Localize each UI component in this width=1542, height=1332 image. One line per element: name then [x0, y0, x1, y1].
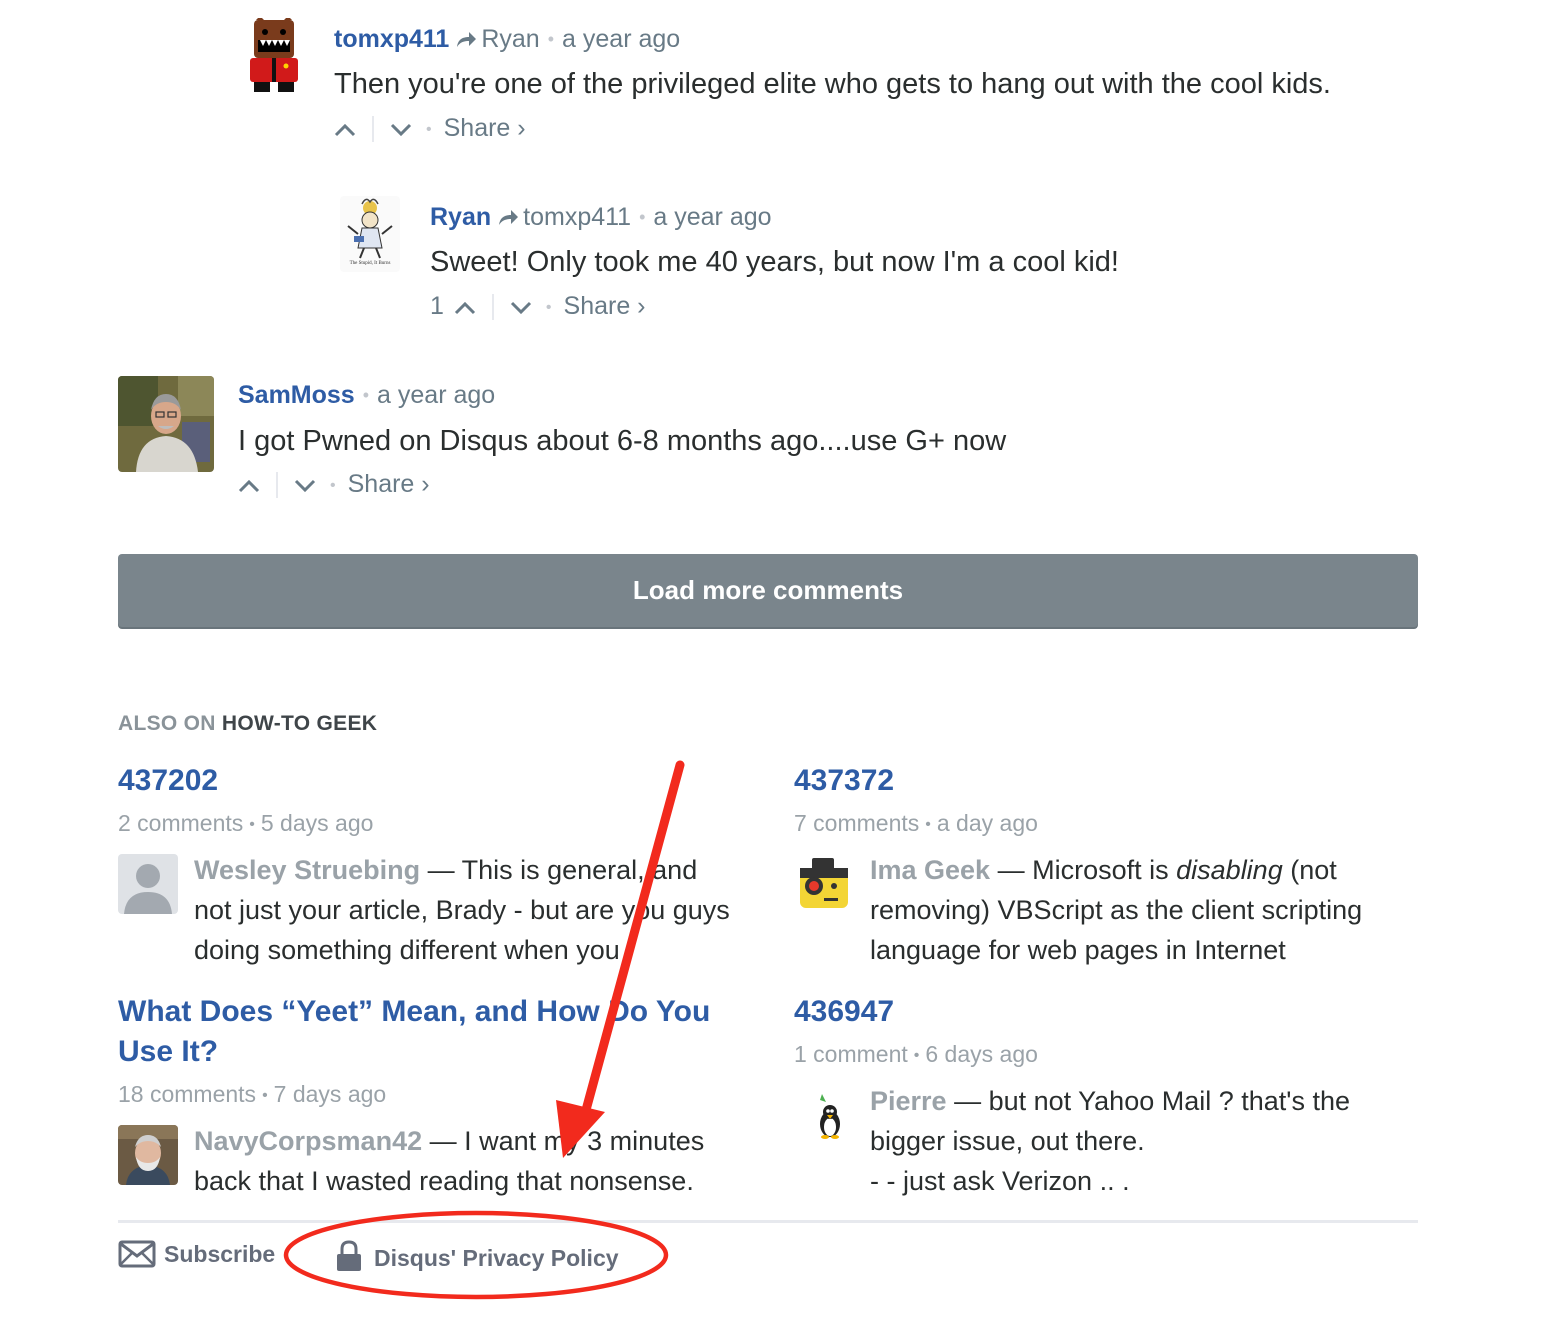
reply-to[interactable]: tomxp411 [491, 203, 631, 231]
upvote-icon[interactable] [238, 469, 260, 501]
avatar-navycorpsman42 [118, 1125, 178, 1185]
excerpt-text: - - just ask Verizon .. . [870, 1166, 1130, 1196]
reply-arrow-icon [499, 210, 519, 225]
subscribe-link[interactable]: Subscribe [118, 1240, 275, 1268]
discussion-time: a day ago [936, 810, 1038, 836]
excerpt-emphasis: disabling [1176, 855, 1283, 885]
avatar-wesley [118, 854, 178, 914]
discussion-excerpt[interactable]: NavyCorpsman42 — I want my 3 minutes bac… [194, 1121, 734, 1201]
discussion-title[interactable]: What Does “Yeet” Mean, and How Do You Us… [118, 992, 728, 1072]
comment-author[interactable]: SamMoss [238, 381, 355, 409]
commenter-name: Pierre [870, 1086, 947, 1116]
avatar-pierre [800, 1090, 854, 1144]
footer-divider [118, 1220, 1418, 1223]
comment-count: 18 comments [118, 1081, 257, 1107]
share-link[interactable]: Share › [444, 114, 526, 142]
comment-author[interactable]: Ryan [430, 203, 491, 231]
privacy-policy-link[interactable]: Disqus' Privacy Policy [336, 1240, 619, 1272]
discussion-meta: 1 comment • 6 days ago [794, 1041, 1038, 1067]
avatar-caption: The Stupid, It Burns [349, 261, 391, 266]
commenter-name: Wesley Struebing [194, 855, 421, 885]
downvote-icon[interactable] [510, 291, 532, 323]
discussion-time: 6 days ago [925, 1041, 1038, 1067]
also-on-heading: ALSO ON HOW-TO GEEK [118, 712, 377, 736]
discussion-title[interactable]: 436947 [794, 992, 1394, 1032]
reply-to-name: Ryan [481, 25, 540, 53]
load-more-button[interactable]: Load more comments [118, 554, 1418, 627]
reply-arrow-icon [457, 32, 477, 47]
comment-count: 2 comments [118, 810, 244, 836]
reply-to-name: tomxp411 [523, 203, 632, 231]
excerpt-text: Microsoft is [1032, 855, 1169, 885]
avatar-ryan[interactable]: The Stupid, It Burns [340, 196, 400, 272]
comment-footer: 1 • Share › [430, 290, 646, 322]
comment-time[interactable]: a year ago [377, 381, 495, 409]
comment-header: tomxp411 Ryan • a year ago [334, 25, 681, 53]
also-on-prefix: ALSO ON [118, 712, 216, 735]
share-link[interactable]: Share › [564, 292, 646, 320]
also-on-site[interactable]: HOW-TO GEEK [222, 712, 377, 735]
comment-footer: • Share › [238, 468, 430, 500]
lock-icon [337, 1240, 361, 1271]
comment-time[interactable]: a year ago [562, 25, 680, 53]
comment-text: Sweet! Only took me 40 years, but now I'… [430, 246, 1119, 278]
comment-count: 7 comments [794, 810, 920, 836]
commenter-name: NavyCorpsman42 [194, 1126, 423, 1156]
privacy-label: Disqus' Privacy Policy [374, 1245, 619, 1271]
discussion-meta: 7 comments • a day ago [794, 810, 1038, 836]
discussion-time: 5 days ago [260, 810, 374, 836]
mail-icon [118, 1240, 156, 1268]
vote-count: 1 [430, 292, 444, 320]
discussion-excerpt[interactable]: Pierre — but not Yahoo Mail ? that's the… [870, 1081, 1410, 1201]
discussion-title[interactable]: 437372 [794, 761, 1394, 801]
comment-header: Ryan tomxp411 • a year ago [430, 203, 772, 231]
comment-footer: • Share › [334, 112, 526, 144]
discussion-title[interactable]: 437202 [118, 761, 718, 801]
comment-count: 1 comment [794, 1041, 908, 1067]
discussion-excerpt[interactable]: Ima Geek — Microsoft is disabling (not r… [870, 850, 1410, 970]
avatar-ima-geek [794, 854, 854, 914]
commenter-name: Ima Geek [870, 855, 991, 885]
comment-time[interactable]: a year ago [653, 203, 771, 231]
comment-text: I got Pwned on Disqus about 6-8 months a… [238, 425, 1007, 457]
comment-author[interactable]: tomxp411 [334, 25, 449, 53]
comment-text: Then you're one of the privileged elite … [334, 68, 1331, 100]
discussion-time: 7 days ago [273, 1081, 387, 1107]
discussion-meta: 18 comments • 7 days ago [118, 1081, 387, 1107]
downvote-icon[interactable] [294, 469, 316, 501]
avatar-sammoss[interactable] [118, 376, 214, 472]
share-link[interactable]: Share › [348, 470, 430, 498]
downvote-icon[interactable] [390, 113, 412, 145]
avatar-tomxp411[interactable] [246, 18, 302, 94]
discussion-meta: 2 comments • 5 days ago [118, 810, 374, 836]
subscribe-label: Subscribe [164, 1241, 276, 1267]
reply-to[interactable]: Ryan [449, 25, 540, 53]
upvote-icon[interactable] [334, 113, 356, 145]
discussion-excerpt[interactable]: Wesley Struebing — This is general, and … [194, 850, 734, 970]
upvote-icon[interactable] [454, 291, 476, 323]
comment-header: SamMoss • a year ago [238, 381, 496, 409]
